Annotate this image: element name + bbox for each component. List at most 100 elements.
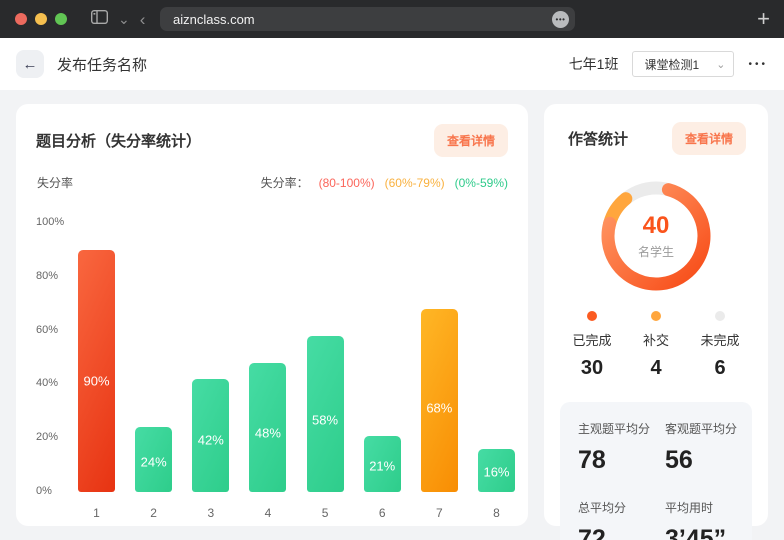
bar-value-label: 24%: [135, 455, 172, 470]
completion-legend-item-1: 补交 4: [624, 311, 688, 380]
stat-item-2: 总平均分 72: [578, 499, 665, 540]
answer-stats-card: 作答统计 查看详情 40 名学生 已完成 30 补交 4 未完成6 主观题平均分 78客观…: [544, 104, 768, 526]
chart-bar-7[interactable]: 68%: [421, 309, 458, 492]
x-axis-label: 7: [421, 506, 458, 520]
tab-overview-chevron-icon[interactable]: ⌄: [118, 12, 130, 26]
score-stats-panel: 主观题平均分 78客观题平均分 56 总平均分 72平均用时 3’45”: [560, 402, 752, 540]
y-axis-tick: 40%: [36, 377, 58, 389]
x-axis-label: 2: [135, 506, 172, 520]
bar-value-label: 90%: [78, 373, 115, 388]
completion-donut-chart[interactable]: 40 名学生: [601, 181, 711, 291]
url-text: aiznclass.com: [173, 12, 552, 27]
x-axis-label: 1: [78, 506, 115, 520]
task-select[interactable]: 课堂检测1 ⌄: [632, 51, 734, 77]
y-axis-tick: 20%: [36, 431, 58, 443]
browser-back-icon[interactable]: ‹: [140, 11, 146, 28]
legend-title: 失分率：: [261, 174, 309, 191]
x-axis-label: 8: [478, 506, 515, 520]
stat-item-3: 平均用时 3’45”: [665, 499, 752, 540]
bar-column-7: 68%7: [421, 223, 458, 492]
class-name-label: 七年1班: [569, 54, 619, 74]
minimize-window-icon[interactable]: [35, 13, 47, 25]
stat-value: 72: [578, 525, 665, 540]
reader-options-icon[interactable]: •••: [552, 11, 569, 28]
bar-value-label: 68%: [421, 400, 458, 415]
browser-toolbar: ⌄ ‹ aiznclass.com ••• +: [0, 0, 784, 38]
chart-bar-5[interactable]: 58%: [307, 336, 344, 492]
bar-column-6: 21%6: [364, 223, 401, 492]
stat-value: 78: [578, 446, 665, 475]
legend-item-0[interactable]: (80-100%): [319, 176, 375, 190]
legend-dot-icon: [651, 311, 661, 321]
sidebar-toggle-icon[interactable]: [91, 10, 108, 29]
task-select-value: 课堂检测1: [644, 56, 716, 73]
zoom-window-icon[interactable]: [55, 13, 67, 25]
stat-value: 3’45”: [665, 525, 752, 540]
student-total-unit: 名学生: [638, 243, 674, 260]
bar-column-1: 90%1: [78, 223, 115, 492]
stat-label: 平均用时: [665, 499, 752, 516]
chart-bar-2[interactable]: 24%: [135, 427, 172, 492]
question-analysis-card: 题目分析（失分率统计） 查看详情 失分率 失分率： (80-100%) (60%-…: [16, 104, 528, 526]
page-header: ← 发布任务名称 七年1班 课堂检测1 ⌄ •••: [0, 38, 784, 90]
legend-dot-icon: [587, 311, 597, 321]
bar-column-2: 24%2: [135, 223, 172, 492]
page-title: 发布任务名称: [57, 54, 147, 75]
more-options-icon[interactable]: •••: [748, 59, 768, 70]
bar-value-label: 58%: [307, 413, 344, 428]
x-axis-label: 6: [364, 506, 401, 520]
loss-rate-bar-chart: 100%80%60%40%20%0%90%124%242%348%458%521…: [36, 213, 508, 525]
chart-bar-6[interactable]: 21%: [364, 436, 401, 492]
completion-legend: 已完成 30 补交 4 未完成6: [560, 311, 752, 380]
completion-legend-item-2: 未完成6: [688, 311, 752, 380]
stat-label: 客观题平均分: [665, 420, 752, 437]
legend-item-1[interactable]: (60%-79%): [385, 176, 445, 190]
student-total: 40: [643, 212, 670, 240]
legend-label: 未完成: [700, 330, 739, 349]
stat-label: 主观题平均分: [578, 420, 665, 437]
bar-column-5: 58%5: [307, 223, 344, 492]
bar-value-label: 21%: [364, 459, 401, 474]
bar-column-4: 48%4: [249, 223, 286, 492]
bar-column-8: 16%8: [478, 223, 515, 492]
chart-bar-3[interactable]: 42%: [192, 379, 229, 492]
bar-value-label: 42%: [192, 433, 229, 448]
back-button[interactable]: ←: [16, 50, 44, 78]
completion-legend-item-0: 已完成 30: [560, 311, 624, 380]
y-axis-tick: 60%: [36, 324, 58, 336]
main-content: 题目分析（失分率统计） 查看详情 失分率 失分率： (80-100%) (60%-…: [0, 90, 784, 540]
analysis-view-details-button[interactable]: 查看详情: [434, 124, 508, 157]
stat-item-0: 主观题平均分 78: [578, 420, 665, 475]
stat-value: 56: [665, 446, 752, 475]
answer-view-details-button[interactable]: 查看详情: [672, 122, 746, 155]
x-axis-label: 3: [192, 506, 229, 520]
legend-value: 30: [581, 357, 603, 380]
legend-item-2[interactable]: (0%-59%): [455, 176, 508, 190]
bars-area: 90%1 24%2 42%3 48%4 58%5 21%6 68%7 16%8: [78, 223, 515, 492]
bar-column-3: 42%3: [192, 223, 229, 492]
chart-bar-1[interactable]: 90%: [78, 250, 115, 492]
x-axis-label: 4: [249, 506, 286, 520]
chevron-down-icon: ⌄: [716, 58, 725, 71]
legend-value: 4: [650, 357, 661, 380]
y-axis-tick: 80%: [36, 270, 58, 282]
y-axis-tick: 100%: [36, 216, 64, 228]
chart-bar-4[interactable]: 48%: [249, 363, 286, 492]
legend-label: 补交: [643, 330, 669, 349]
answer-card-title: 作答统计: [568, 128, 628, 149]
y-axis-title: 失分率: [37, 174, 73, 191]
loss-rate-legend: 失分率： (80-100%) (60%-79%) (0%-59%): [261, 174, 508, 191]
new-tab-icon[interactable]: +: [757, 6, 770, 32]
chart-bar-8[interactable]: 16%: [478, 449, 515, 492]
bar-value-label: 16%: [478, 465, 515, 480]
analysis-card-title: 题目分析（失分率统计）: [36, 130, 201, 151]
back-arrow-icon: ←: [23, 56, 38, 73]
address-bar[interactable]: aiznclass.com •••: [160, 7, 575, 31]
x-axis-label: 5: [307, 506, 344, 520]
close-window-icon[interactable]: [15, 13, 27, 25]
y-axis-tick: 0%: [36, 485, 52, 497]
bar-value-label: 48%: [249, 425, 286, 440]
legend-label: 已完成: [572, 330, 611, 349]
stat-label: 总平均分: [578, 499, 665, 516]
stat-item-1: 客观题平均分 56: [665, 420, 752, 475]
